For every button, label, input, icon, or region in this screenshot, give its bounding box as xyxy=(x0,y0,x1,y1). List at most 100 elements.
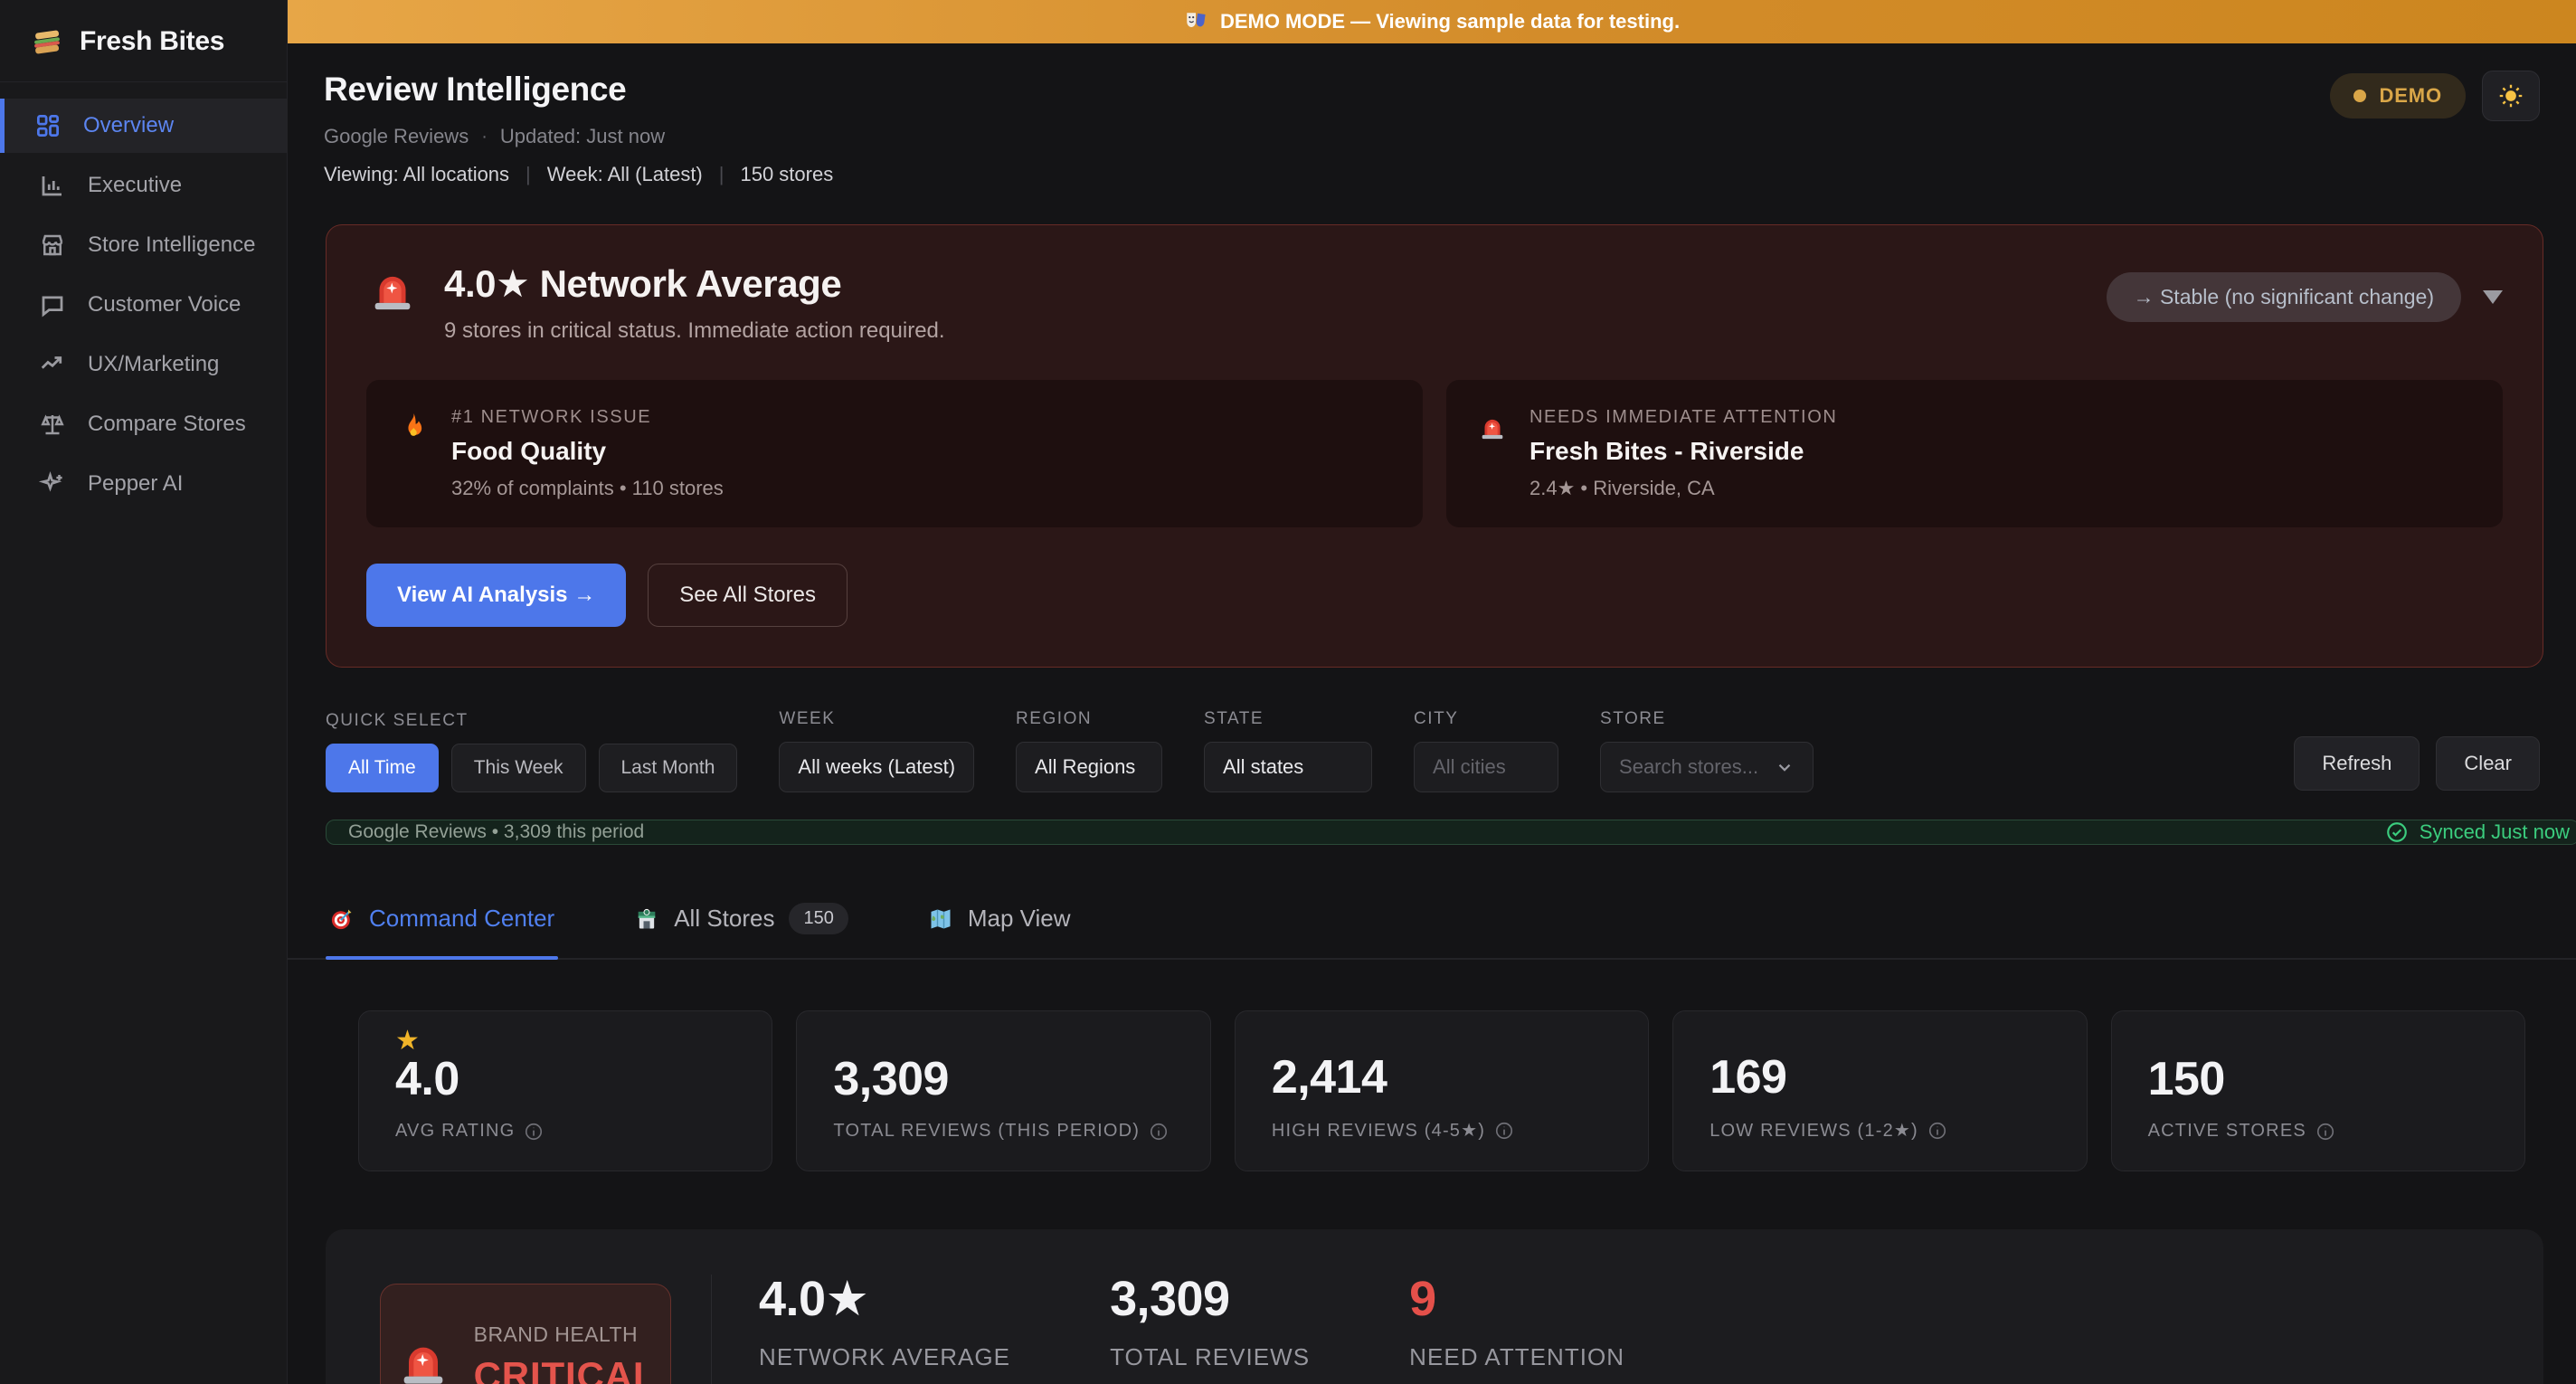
header-actions: DEMO xyxy=(2330,71,2540,121)
low-reviews-value: 169 xyxy=(1709,1053,2050,1103)
collapse-caret-icon[interactable] xyxy=(2483,290,2503,304)
high-reviews-value: 2,414 xyxy=(1272,1053,1612,1103)
brand-health-kicker: BRAND HEALTH xyxy=(474,1322,658,1347)
avg-rating-card: ★ 4.0 AVG RATING xyxy=(358,1010,772,1171)
sidebar-item-label: Overview xyxy=(83,113,174,138)
page-title: Review Intelligence xyxy=(324,71,2540,109)
separator: | xyxy=(719,163,724,186)
network-average-value: 4.0★ xyxy=(759,1275,1010,1323)
alert-title: 4.0★ Network Average xyxy=(444,261,2081,306)
check-circle-icon xyxy=(2385,820,2409,844)
scales-icon xyxy=(39,411,66,438)
state-filter-group: STATE All states xyxy=(1204,709,1372,792)
brand-name: Fresh Bites xyxy=(80,26,224,57)
sidebar-item-ux-marketing[interactable]: UX/Marketing xyxy=(0,337,287,392)
info-icon[interactable] xyxy=(524,1122,544,1142)
critical-alert-card: 4.0★ Network Average 9 stores in critica… xyxy=(326,224,2543,668)
demo-badge-label: DEMO xyxy=(2379,84,2442,108)
region-filter-label: REGION xyxy=(1016,709,1162,729)
info-icon[interactable] xyxy=(1149,1122,1169,1142)
tab-label: Map View xyxy=(968,905,1071,933)
state-filter-label: STATE xyxy=(1204,709,1372,729)
sync-time: Synced Just now xyxy=(2420,820,2570,844)
state-select[interactable]: All states xyxy=(1204,742,1372,792)
see-all-stores-button[interactable]: See All Stores xyxy=(648,564,848,627)
quick-all-time-button[interactable]: All Time xyxy=(326,744,439,792)
chevron-down-icon xyxy=(1775,757,1795,777)
sidebar-item-executive[interactable]: Executive xyxy=(0,158,287,213)
avg-rating-value: 4.0 xyxy=(395,1055,735,1104)
alert-text: 4.0★ Network Average 9 stores in critica… xyxy=(444,261,2081,344)
issue-meta: 32% of complaints • 110 stores xyxy=(451,477,724,500)
week-filter-group: WEEK All weeks (Latest) xyxy=(779,709,974,792)
city-filter-label: CITY xyxy=(1414,709,1558,729)
map-icon xyxy=(928,906,953,932)
sidebar-item-overview[interactable]: Overview xyxy=(0,99,287,153)
sidebar-item-customer-voice[interactable]: Customer Voice xyxy=(0,278,287,332)
demo-dot-icon xyxy=(2353,90,2366,102)
clear-button[interactable]: Clear xyxy=(2436,736,2540,791)
quick-this-week-button[interactable]: This Week xyxy=(451,744,586,792)
brand-health-tile: BRAND HEALTH CRITICAL xyxy=(380,1284,671,1384)
attention-kicker: NEEDS IMMEDIATE ATTENTION xyxy=(1530,407,1837,428)
target-icon xyxy=(329,906,355,932)
city-select[interactable]: All cities xyxy=(1414,742,1558,792)
issue-kicker: #1 NETWORK ISSUE xyxy=(451,407,724,428)
need-attention-label: NEED ATTENTION xyxy=(1409,1343,1624,1371)
filter-bar: QUICK SELECT All Time This Week Last Mon… xyxy=(326,709,2540,792)
attention-store-card: NEEDS IMMEDIATE ATTENTION Fresh Bites - … xyxy=(1446,380,2503,527)
total-reviews-value: 3,309 xyxy=(833,1055,1173,1104)
low-reviews-label: LOW REVIEWS (1-2★) xyxy=(1709,1119,1918,1142)
tab-command-center[interactable]: Command Center xyxy=(326,881,558,958)
view-tabbar: Command Center All Stores 150 xyxy=(288,881,2576,960)
info-icon[interactable] xyxy=(1927,1121,1947,1141)
need-attention-value: 9 xyxy=(1409,1275,1624,1323)
star-icon: ★ xyxy=(395,1028,735,1055)
avg-rating-label: AVG RATING xyxy=(395,1121,515,1142)
store-count-badge: 150 xyxy=(789,903,848,934)
viewing-locations: Viewing: All locations xyxy=(324,163,509,186)
issue-title: Food Quality xyxy=(451,437,724,466)
view-ai-analysis-button[interactable]: View AI Analysis → xyxy=(366,564,626,627)
sidebar-item-label: Customer Voice xyxy=(88,292,241,318)
quick-last-month-button[interactable]: Last Month xyxy=(599,744,738,792)
sidebar-item-label: Pepper AI xyxy=(88,471,183,497)
page-header: Review Intelligence Google Reviews · Upd… xyxy=(288,43,2576,203)
week-select[interactable]: All weeks (Latest) xyxy=(779,742,974,792)
sidebar-item-label: Executive xyxy=(88,173,182,198)
separator: | xyxy=(526,163,531,186)
banner-text: DEMO MODE — Viewing sample data for test… xyxy=(1220,10,1680,33)
sidebar: Fresh Bites Overview Executive Store Int… xyxy=(0,0,288,1384)
info-icon[interactable] xyxy=(2316,1122,2335,1142)
sidebar-item-pepper-ai[interactable]: Pepper AI xyxy=(0,457,287,511)
total-reviews-label: TOTAL REVIEWS (THIS PERIOD) xyxy=(833,1121,1140,1142)
tab-label: Command Center xyxy=(369,905,554,933)
kpi-cards: ★ 4.0 AVG RATING 3,309 TOTAL REVIEWS (TH… xyxy=(358,1010,2525,1171)
tab-map-view[interactable]: Map View xyxy=(924,881,1075,958)
attention-store-name: Fresh Bites - Riverside xyxy=(1530,437,1837,466)
store-search-select[interactable]: Search stores... xyxy=(1600,742,1814,792)
active-stores-value: 150 xyxy=(2148,1055,2488,1104)
refresh-button[interactable]: Refresh xyxy=(2294,736,2420,791)
panel-divider xyxy=(711,1275,712,1384)
app-brand: Fresh Bites xyxy=(0,0,287,81)
sidebar-item-label: Compare Stores xyxy=(88,412,246,437)
store-filter-group: STORE Search stores... xyxy=(1600,709,1814,792)
sparkles-icon xyxy=(39,470,66,498)
region-select[interactable]: All Regions xyxy=(1016,742,1162,792)
city-filter-group: CITY All cities xyxy=(1414,709,1558,792)
tab-all-stores[interactable]: All Stores 150 xyxy=(630,881,852,958)
demo-badge: DEMO xyxy=(2330,73,2466,118)
sidebar-item-store-intelligence[interactable]: Store Intelligence xyxy=(0,218,287,272)
siren-icon xyxy=(394,1331,452,1384)
updated-label: Updated: Just now xyxy=(500,125,665,148)
attention-store-meta: 2.4★ • Riverside, CA xyxy=(1530,477,1837,500)
info-icon[interactable] xyxy=(1494,1121,1514,1141)
total-reviews-metric: 3,309 TOTAL REVIEWS xyxy=(1110,1275,1310,1371)
sidebar-item-compare-stores[interactable]: Compare Stores xyxy=(0,397,287,451)
siren-icon xyxy=(1477,411,1508,441)
header-meta: Google Reviews · Updated: Just now xyxy=(324,125,2540,148)
trending-up-icon xyxy=(39,351,66,378)
theme-toggle-button[interactable] xyxy=(2482,71,2540,121)
meta-dot: · xyxy=(481,127,488,147)
